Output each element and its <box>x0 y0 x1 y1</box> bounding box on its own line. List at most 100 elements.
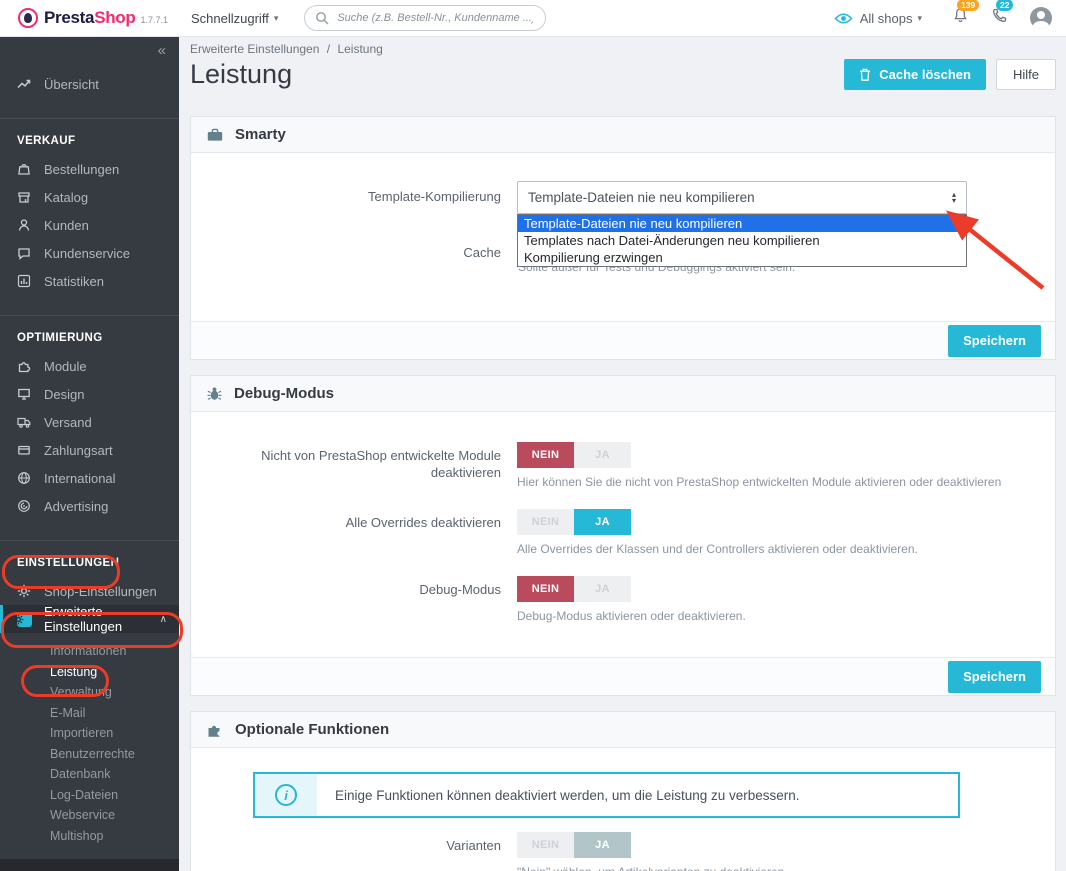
submenu-item-benutzerrechte[interactable]: Benutzerrechte <box>0 744 179 765</box>
toggle-no-option[interactable]: NEIN <box>517 442 574 468</box>
search-icon <box>315 11 329 25</box>
row-hint: Hier können Sie die nicht von PrestaShop… <box>517 475 1001 489</box>
toggle-yes-option[interactable]: JA <box>574 576 631 602</box>
submenu-item-importieren[interactable]: Importieren <box>0 723 179 744</box>
toggle-no-option[interactable]: NEIN <box>517 509 574 535</box>
breadcrumb-current: Leistung <box>337 42 382 56</box>
toggle-no-option[interactable]: NEIN <box>517 576 574 602</box>
credit-card-icon <box>17 443 31 457</box>
sidebar-item-label: Versand <box>44 415 92 430</box>
all-shops-selector[interactable]: All shops ▾ <box>834 11 922 26</box>
sidebar-item-katalog[interactable]: Katalog <box>0 183 179 211</box>
select-value: Template-Dateien nie neu kompilieren <box>528 190 755 205</box>
info-icon-cell: i <box>255 774 317 816</box>
dropdown-option-1[interactable]: Template-Dateien nie neu kompilieren <box>518 215 966 232</box>
info-alert-text: Einige Funktionen können deaktiviert wer… <box>317 774 800 816</box>
sidebar-divider <box>0 315 179 316</box>
non-prestashop-modules-row: Nicht von PrestaShop entwickelte Module … <box>191 442 1055 489</box>
sidebar-item-versand[interactable]: Versand <box>0 408 179 436</box>
debug-mode-toggle: NEIN JA <box>517 576 631 602</box>
sidebar-item-statistiken[interactable]: Statistiken <box>0 267 179 295</box>
sidebar-item-international[interactable]: International <box>0 464 179 492</box>
submenu-item-webservice[interactable]: Webservice <box>0 805 179 826</box>
optional-panel-header: Optionale Funktionen <box>191 712 1055 748</box>
breadcrumb-parent[interactable]: Erweiterte Einstellungen <box>190 42 319 56</box>
smarty-panel-header: Smarty <box>191 117 1055 153</box>
row-label: Varianten <box>191 832 501 871</box>
sidebar-item-label: Übersicht <box>44 77 99 92</box>
sidebar-item-design[interactable]: Design <box>0 380 179 408</box>
debug-panel-title: Debug-Modus <box>234 385 334 402</box>
sidebar-item-zahlungsart[interactable]: Zahlungsart <box>0 436 179 464</box>
truck-icon <box>17 415 31 429</box>
search-input[interactable] <box>335 11 535 25</box>
puzzle-icon <box>206 721 224 739</box>
toggle-yes-option[interactable]: JA <box>574 509 631 535</box>
sidebar-item-kunden[interactable]: Kunden <box>0 211 179 239</box>
row-label: Nicht von PrestaShop entwickelte Module … <box>191 442 501 489</box>
gear-icon <box>17 584 31 598</box>
monitor-icon <box>17 387 31 401</box>
sidebar-item-kundenservice[interactable]: Kundenservice <box>0 239 179 267</box>
select-dropdown-list: Template-Dateien nie neu kompilieren Tem… <box>517 214 967 267</box>
notifications-button[interactable]: 139 <box>952 7 969 29</box>
help-button[interactable]: Hilfe <box>996 59 1056 90</box>
sidebar-item-uebersicht[interactable]: Übersicht <box>0 70 179 98</box>
submenu-item-informationen[interactable]: Informationen <box>0 641 179 662</box>
submenu-item-datenbank[interactable]: Datenbank <box>0 764 179 785</box>
toggle-yes-option[interactable]: JA <box>574 832 631 858</box>
dropdown-option-3[interactable]: Kompilierung erzwingen <box>518 249 966 266</box>
support-button[interactable]: 22 <box>991 7 1008 29</box>
sidebar-item-label: Statistiken <box>44 274 104 289</box>
search-box[interactable] <box>304 5 546 31</box>
version-label: 1.7.7.1 <box>140 11 168 25</box>
sidebar-item-bestellungen[interactable]: Bestellungen <box>0 155 179 183</box>
sidebar-item-label: Bestellungen <box>44 162 119 177</box>
sidebar-item-shop-einstellungen[interactable]: Shop-Einstellungen <box>0 577 179 605</box>
sidebar-item-module[interactable]: Module <box>0 352 179 380</box>
sidebar-item-erweiterte-einstellungen[interactable]: Erweiterte Einstellungen ∧ <box>0 605 179 633</box>
submenu-item-multishop[interactable]: Multishop <box>0 826 179 847</box>
prestashop-logo[interactable]: PrestaShop 1.7.7.1 <box>0 8 175 28</box>
breadcrumb-separator: / <box>327 42 330 56</box>
profile-avatar[interactable] <box>1030 7 1052 29</box>
page-title: Leistung <box>190 58 292 90</box>
debug-panel-footer: Speichern <box>191 657 1055 695</box>
chevron-down-icon: ▾ <box>274 13 279 24</box>
chevron-up-icon: ∧ <box>160 614 167 625</box>
toggle-no-option[interactable]: NEIN <box>517 832 574 858</box>
sidebar-item-label: Katalog <box>44 190 88 205</box>
prestashop-admin: PrestaShop 1.7.7.1 Schnellzugriff ▾ All … <box>0 0 1066 871</box>
sidebar-section-optimierung: OPTIMIERUNG <box>0 332 179 344</box>
debug-panel: Debug-Modus Nicht von PrestaShop entwick… <box>190 375 1056 696</box>
toggle-yes-option[interactable]: JA <box>574 442 631 468</box>
row-hint: "Nein" wählen, um Artikelvarianten zu de… <box>517 865 784 871</box>
template-compilation-select[interactable]: Template-Dateien nie neu kompilieren ▴▾ <box>517 181 967 214</box>
smarty-panel: Smarty Template-Kompilierung Template-Da… <box>190 116 1056 360</box>
submenu-item-leistung[interactable]: Leistung <box>0 662 179 683</box>
megaphone-icon <box>17 499 31 513</box>
quick-access-menu[interactable]: Schnellzugriff ▾ <box>191 11 278 26</box>
sidebar-divider <box>0 540 179 541</box>
dropdown-option-2[interactable]: Templates nach Datei-Änderungen neu komp… <box>518 232 966 249</box>
sidebar-item-label: International <box>44 471 116 486</box>
sidebar-item-label: Zahlungsart <box>44 443 113 458</box>
sidebar: « Übersicht VERKAUF Bestellungen Katalog <box>0 36 179 871</box>
select-arrows-icon: ▴▾ <box>952 192 956 204</box>
submenu-item-verwaltung[interactable]: Verwaltung <box>0 682 179 703</box>
clear-cache-button[interactable]: Cache löschen <box>844 59 986 90</box>
sidebar-collapse-button[interactable]: « <box>158 42 166 59</box>
save-button[interactable]: Speichern <box>948 661 1041 693</box>
save-button[interactable]: Speichern <box>948 325 1041 357</box>
sidebar-item-label: Shop-Einstellungen <box>44 584 157 599</box>
submenu-item-email[interactable]: E-Mail <box>0 703 179 724</box>
non-prestashop-modules-toggle: NEIN JA <box>517 442 631 468</box>
topbar: PrestaShop 1.7.7.1 Schnellzugriff ▾ All … <box>0 0 1066 37</box>
sidebar-item-advertising[interactable]: Advertising <box>0 492 179 520</box>
sidebar-item-label: Design <box>44 387 84 402</box>
notifications-badge: 139 <box>957 0 979 11</box>
sidebar-divider <box>0 118 179 119</box>
page-header: Leistung Cache löschen Hilfe <box>190 58 1056 90</box>
submenu-item-log-dateien[interactable]: Log-Dateien <box>0 785 179 806</box>
header-actions: Cache löschen Hilfe <box>844 59 1056 90</box>
